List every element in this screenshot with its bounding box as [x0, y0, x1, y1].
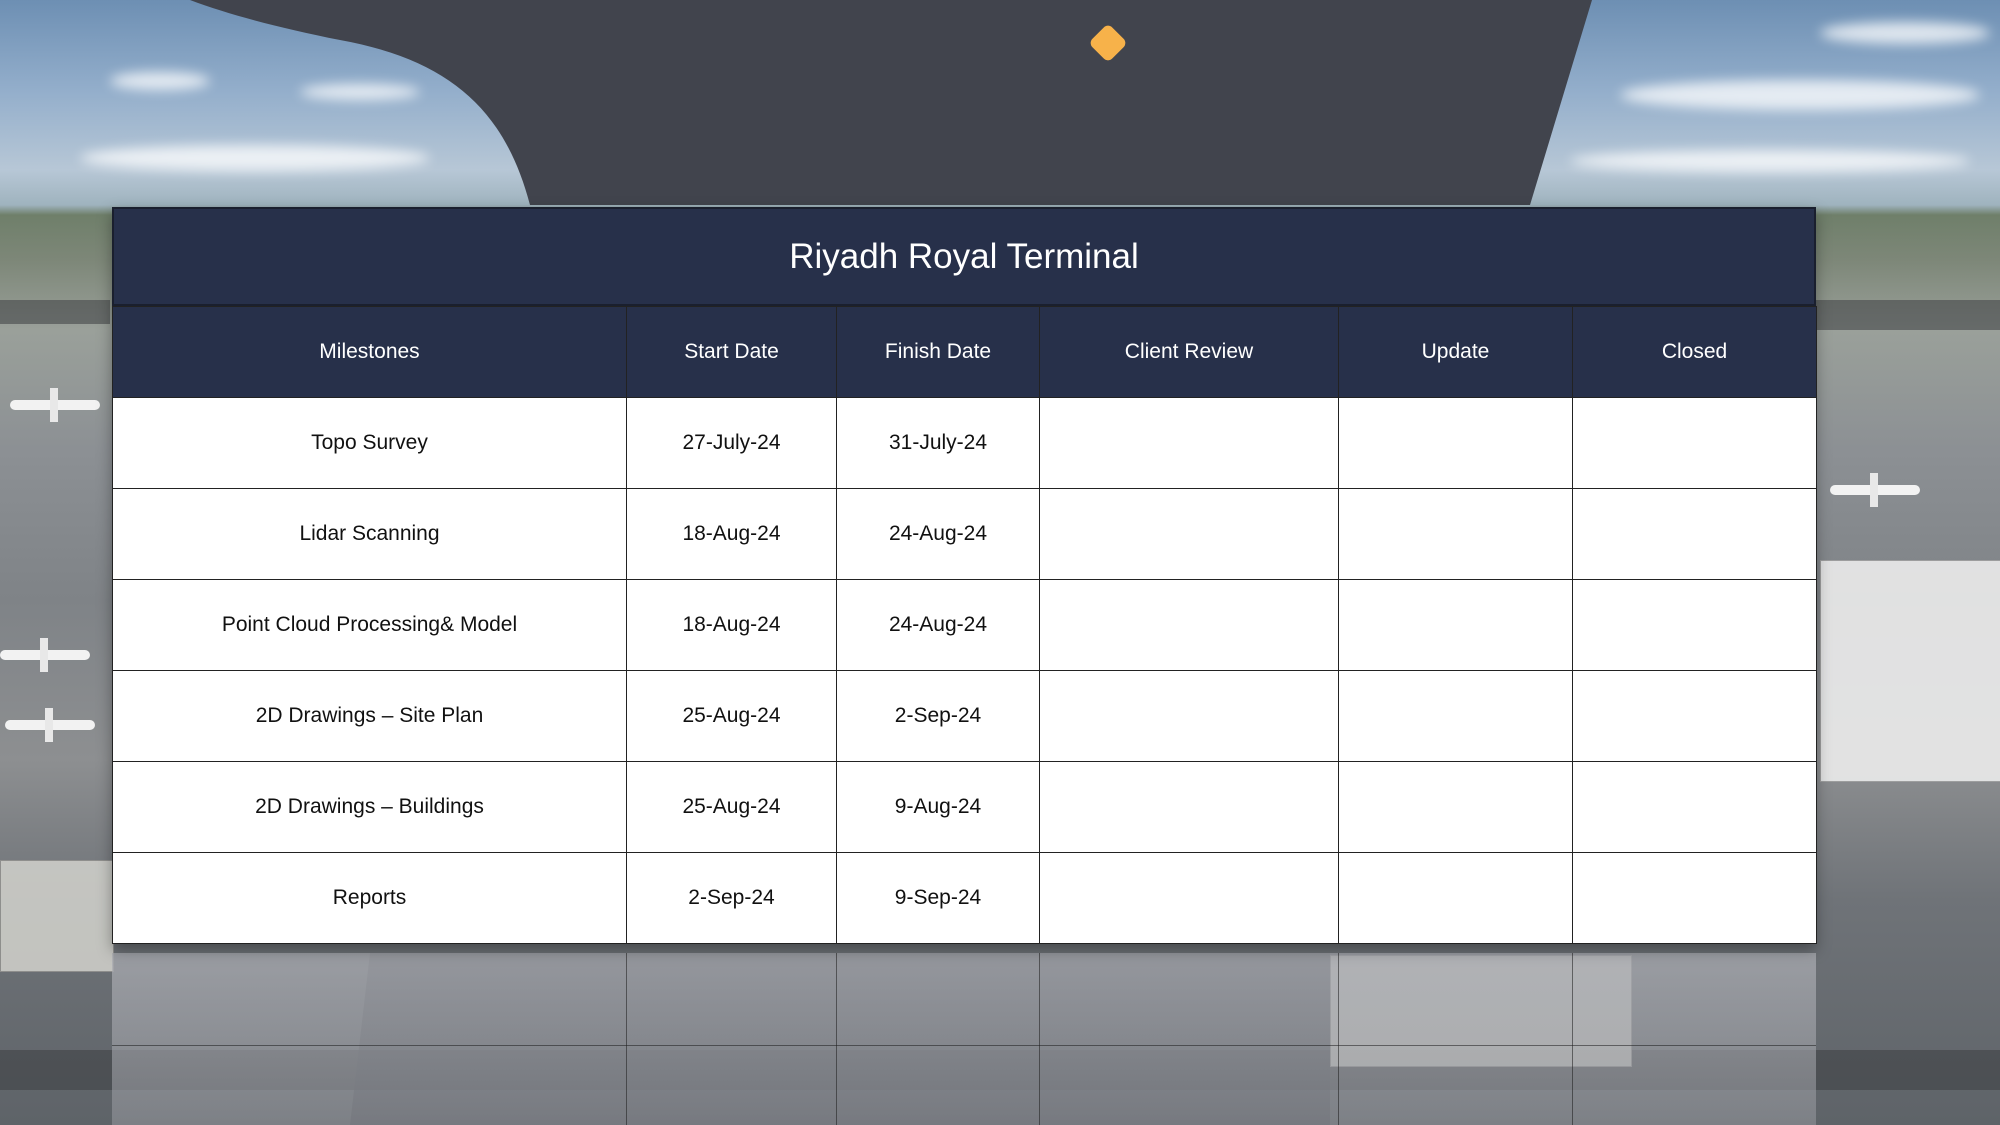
- column-header-start-date: Start Date: [626, 306, 837, 398]
- client-review-cell: [1039, 670, 1339, 762]
- milestones-table: Milestones Start Date Finish Date Client…: [112, 306, 1817, 944]
- client-review-cell: [1039, 761, 1339, 853]
- table-reflection: [112, 953, 1816, 1125]
- column-header-milestones: Milestones: [112, 306, 627, 398]
- milestone-cell: 2D Drawings – Buildings: [112, 761, 627, 853]
- column-header-update: Update: [1338, 306, 1573, 398]
- closed-cell: [1572, 761, 1817, 853]
- start-date-cell: 18-Aug-24: [626, 488, 837, 580]
- start-date-cell: 25-Aug-24: [626, 670, 837, 762]
- update-cell: [1338, 579, 1573, 671]
- reflection-line: [1572, 953, 1573, 1125]
- column-header-finish-date: Finish Date: [836, 306, 1040, 398]
- start-date-cell: 2-Sep-24: [626, 852, 837, 944]
- closed-cell: [1572, 579, 1817, 671]
- closed-cell: [1572, 397, 1817, 489]
- client-review-cell: [1039, 488, 1339, 580]
- milestone-cell: Reports: [112, 852, 627, 944]
- reflection-line: [626, 953, 627, 1125]
- start-date-cell: 27-July-24: [626, 397, 837, 489]
- update-cell: [1338, 488, 1573, 580]
- table-row: Reports 2-Sep-24 9-Sep-24: [112, 852, 1817, 944]
- closed-cell: [1572, 852, 1817, 944]
- client-review-cell: [1039, 397, 1339, 489]
- finish-date-cell: 24-Aug-24: [836, 579, 1040, 671]
- table-row: Lidar Scanning 18-Aug-24 24-Aug-24: [112, 488, 1817, 580]
- update-cell: [1338, 852, 1573, 944]
- milestone-cell: Point Cloud Processing& Model: [112, 579, 627, 671]
- update-cell: [1338, 670, 1573, 762]
- table-header-row: Milestones Start Date Finish Date Client…: [112, 306, 1817, 398]
- reflection-line: [836, 953, 837, 1125]
- table-row: Point Cloud Processing& Model 18-Aug-24 …: [112, 579, 1817, 671]
- start-date-cell: 25-Aug-24: [626, 761, 837, 853]
- reflection-line: [1039, 953, 1040, 1125]
- start-date-cell: 18-Aug-24: [626, 579, 837, 671]
- finish-date-cell: 2-Sep-24: [836, 670, 1040, 762]
- milestone-cell: Topo Survey: [112, 397, 627, 489]
- closed-cell: [1572, 488, 1817, 580]
- client-review-cell: [1039, 579, 1339, 671]
- finish-date-cell: 9-Aug-24: [836, 761, 1040, 853]
- reflection-line: [112, 1045, 1816, 1046]
- finish-date-cell: 24-Aug-24: [836, 488, 1040, 580]
- milestone-cell: Lidar Scanning: [112, 488, 627, 580]
- finish-date-cell: 31-July-24: [836, 397, 1040, 489]
- client-review-cell: [1039, 852, 1339, 944]
- milestones-table-card: Riyadh Royal Terminal Milestones Start D…: [112, 207, 1817, 944]
- finish-date-cell: 9-Sep-24: [836, 852, 1040, 944]
- table-title: Riyadh Royal Terminal: [112, 207, 1816, 306]
- table-row: Topo Survey 27-July-24 31-July-24: [112, 397, 1817, 489]
- update-cell: [1338, 761, 1573, 853]
- closed-cell: [1572, 670, 1817, 762]
- reflection-line: [1338, 953, 1339, 1125]
- table-row: 2D Drawings – Site Plan 25-Aug-24 2-Sep-…: [112, 670, 1817, 762]
- table-row: 2D Drawings – Buildings 25-Aug-24 9-Aug-…: [112, 761, 1817, 853]
- column-header-closed: Closed: [1572, 306, 1817, 398]
- milestone-cell: 2D Drawings – Site Plan: [112, 670, 627, 762]
- update-cell: [1338, 397, 1573, 489]
- column-header-client-review: Client Review: [1039, 306, 1339, 398]
